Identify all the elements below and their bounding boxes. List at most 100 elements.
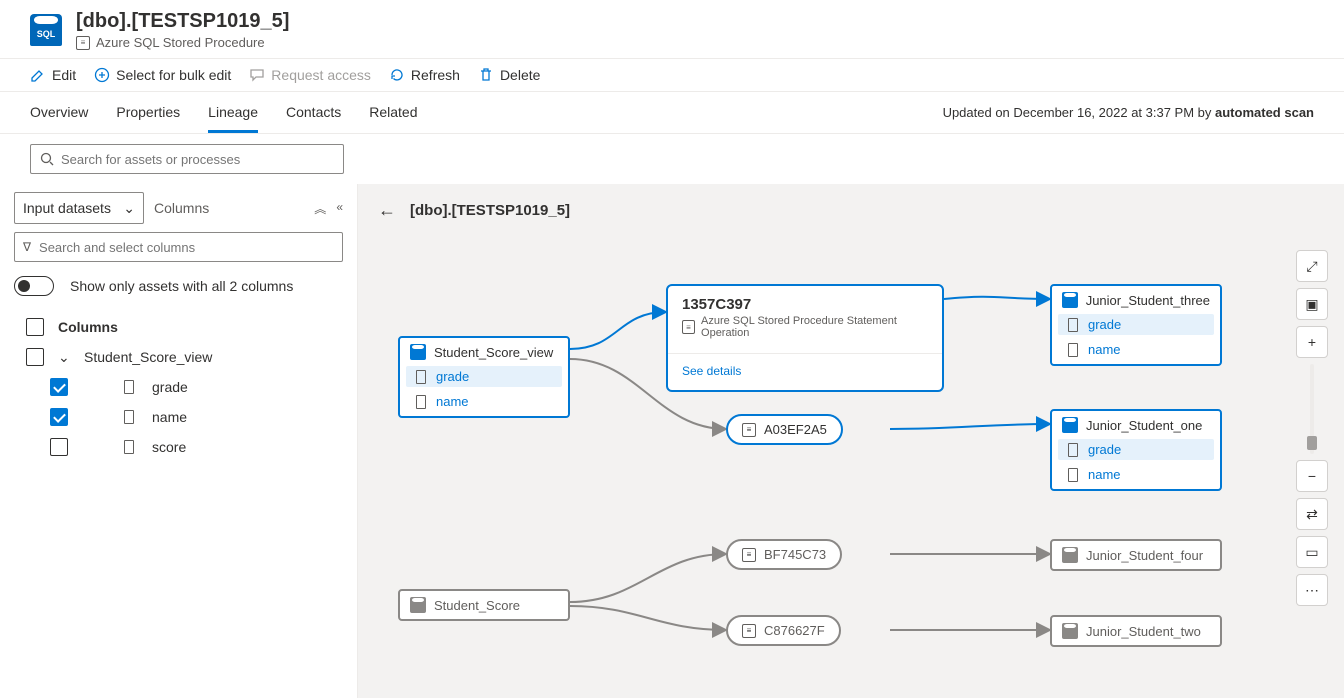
column-icon bbox=[124, 380, 134, 394]
sql-icon: SQL bbox=[30, 14, 62, 46]
tab-related[interactable]: Related bbox=[369, 92, 417, 133]
operation-subtitle: Azure SQL Stored Procedure Statement Ope… bbox=[701, 315, 928, 339]
delete-button[interactable]: Delete bbox=[478, 67, 540, 83]
node-operation-1357c397[interactable]: 1357C397 ≡ Azure SQL Stored Procedure Sta… bbox=[666, 284, 944, 392]
node-operation-bf745c73[interactable]: ≡ BF745C73 bbox=[726, 539, 842, 570]
column-icon bbox=[124, 440, 134, 454]
chevron-down-icon[interactable]: ⌄ bbox=[58, 349, 70, 366]
lineage-canvas[interactable]: ← [dbo].[TESTSP1019_5] bbox=[358, 184, 1344, 698]
tab-overview[interactable]: Overview bbox=[30, 92, 88, 133]
edit-button[interactable]: Edit bbox=[30, 67, 76, 83]
dataset-dropdown[interactable]: Input datasets ⌄ bbox=[14, 192, 144, 224]
layout-button[interactable]: ⇄ bbox=[1296, 498, 1328, 530]
column-icon bbox=[416, 395, 426, 409]
operation-icon: ≡ bbox=[742, 423, 756, 437]
collapse-left-icon[interactable]: « bbox=[336, 200, 343, 217]
toolbar: Edit Select for bulk edit Request access… bbox=[0, 59, 1344, 92]
page-subtitle: Azure SQL Stored Procedure bbox=[96, 35, 265, 50]
pill-label: BF745C73 bbox=[764, 547, 826, 562]
node-title: Junior_Student_four bbox=[1086, 548, 1203, 563]
column-icon bbox=[1068, 443, 1078, 457]
trash-icon bbox=[478, 67, 494, 83]
node-title: Junior_Student_two bbox=[1086, 624, 1201, 639]
checkbox-dataset[interactable] bbox=[26, 348, 44, 366]
breadcrumb-title: [dbo].[TESTSP1019_5] bbox=[410, 202, 570, 219]
node-student-score-view[interactable]: Student_Score_view grade name bbox=[398, 336, 570, 418]
see-details-link[interactable]: See details bbox=[668, 354, 942, 390]
sql-icon bbox=[1062, 623, 1078, 639]
column-filter-input[interactable] bbox=[39, 240, 334, 255]
asset-search-input[interactable] bbox=[61, 152, 335, 167]
more-button[interactable]: ⋯ bbox=[1296, 574, 1328, 606]
search-icon bbox=[39, 151, 55, 167]
stored-procedure-icon: ≡ bbox=[76, 36, 90, 50]
column-icon bbox=[1068, 318, 1078, 332]
column-icon bbox=[1068, 343, 1078, 357]
node-junior-student-three[interactable]: Junior_Student_three grade name bbox=[1050, 284, 1222, 366]
pencil-icon bbox=[30, 67, 46, 83]
node-junior-student-four[interactable]: Junior_Student_four bbox=[1050, 539, 1222, 571]
tree-col-grade[interactable]: grade bbox=[152, 379, 188, 395]
asset-search[interactable] bbox=[30, 144, 344, 174]
sidebar: Input datasets ⌄ Columns ︽ « ∇ Show only… bbox=[0, 184, 358, 698]
toggle-label: Show only assets with all 2 columns bbox=[70, 278, 293, 294]
node-junior-student-two[interactable]: Junior_Student_two bbox=[1050, 615, 1222, 647]
field-grade[interactable]: grade bbox=[1088, 442, 1121, 457]
field-name[interactable]: name bbox=[436, 394, 469, 409]
node-student-score[interactable]: Student_Score bbox=[398, 589, 570, 621]
plus-circle-icon bbox=[94, 67, 110, 83]
request-access-button: Request access bbox=[249, 67, 371, 83]
tree-columns-header: Columns bbox=[58, 319, 118, 335]
fullscreen-button[interactable]: ⤢ bbox=[1296, 250, 1328, 282]
checkbox-name[interactable] bbox=[50, 408, 68, 426]
tab-properties[interactable]: Properties bbox=[116, 92, 180, 133]
column-icon bbox=[124, 410, 134, 424]
field-grade[interactable]: grade bbox=[1088, 317, 1121, 332]
node-operation-a03ef2a5[interactable]: ≡ A03EF2A5 bbox=[726, 414, 843, 445]
pill-label: A03EF2A5 bbox=[764, 422, 827, 437]
collapse-up-icon[interactable]: ︽ bbox=[314, 200, 326, 217]
checkbox-score[interactable] bbox=[50, 438, 68, 456]
node-title: Student_Score bbox=[434, 598, 520, 613]
zoom-out-button[interactable]: − bbox=[1296, 460, 1328, 492]
comment-icon bbox=[249, 67, 265, 83]
filter-icon: ∇ bbox=[23, 240, 31, 254]
node-operation-c876627f[interactable]: ≡ C876627F bbox=[726, 615, 841, 646]
sql-icon bbox=[1062, 547, 1078, 563]
column-icon bbox=[416, 370, 426, 384]
column-filter[interactable]: ∇ bbox=[14, 232, 343, 262]
show-only-toggle[interactable] bbox=[14, 276, 54, 296]
refresh-button[interactable]: Refresh bbox=[389, 67, 460, 83]
select-bulk-button[interactable]: Select for bulk edit bbox=[94, 67, 231, 83]
sql-icon bbox=[1062, 292, 1078, 308]
tab-lineage[interactable]: Lineage bbox=[208, 92, 258, 133]
operation-icon: ≡ bbox=[742, 548, 756, 562]
tree-col-name[interactable]: name bbox=[152, 409, 187, 425]
field-name[interactable]: name bbox=[1088, 467, 1121, 482]
node-title: Student_Score_view bbox=[434, 345, 553, 360]
stored-procedure-icon: ≡ bbox=[682, 320, 695, 334]
tree-dataset-label[interactable]: Student_Score_view bbox=[84, 349, 212, 365]
sql-icon bbox=[410, 344, 426, 360]
page-title: [dbo].[TESTSP1019_5] bbox=[76, 10, 289, 33]
field-grade[interactable]: grade bbox=[436, 369, 469, 384]
fit-button[interactable]: ▣ bbox=[1296, 288, 1328, 320]
page-header: SQL [dbo].[TESTSP1019_5] ≡ Azure SQL Sto… bbox=[0, 0, 1344, 59]
node-junior-student-one[interactable]: Junior_Student_one grade name bbox=[1050, 409, 1222, 491]
pill-label: C876627F bbox=[764, 623, 825, 638]
checkbox-columns-all[interactable] bbox=[26, 318, 44, 336]
minimap-button[interactable]: ▭ bbox=[1296, 536, 1328, 568]
operation-title: 1357C397 bbox=[668, 286, 942, 315]
field-name[interactable]: name bbox=[1088, 342, 1121, 357]
operation-icon: ≡ bbox=[742, 624, 756, 638]
tree-col-score[interactable]: score bbox=[152, 439, 186, 455]
zoom-slider[interactable] bbox=[1296, 364, 1328, 454]
chevron-down-icon: ⌄ bbox=[123, 200, 135, 217]
tab-contacts[interactable]: Contacts bbox=[286, 92, 341, 133]
zoom-in-button[interactable]: + bbox=[1296, 326, 1328, 358]
canvas-controls: ⤢ ▣ + − ⇄ ▭ ⋯ bbox=[1296, 250, 1328, 606]
back-button[interactable]: ← bbox=[378, 200, 396, 221]
column-icon bbox=[1068, 468, 1078, 482]
updated-text: Updated on December 16, 2022 at 3:37 PM … bbox=[943, 105, 1314, 120]
checkbox-grade[interactable] bbox=[50, 378, 68, 396]
